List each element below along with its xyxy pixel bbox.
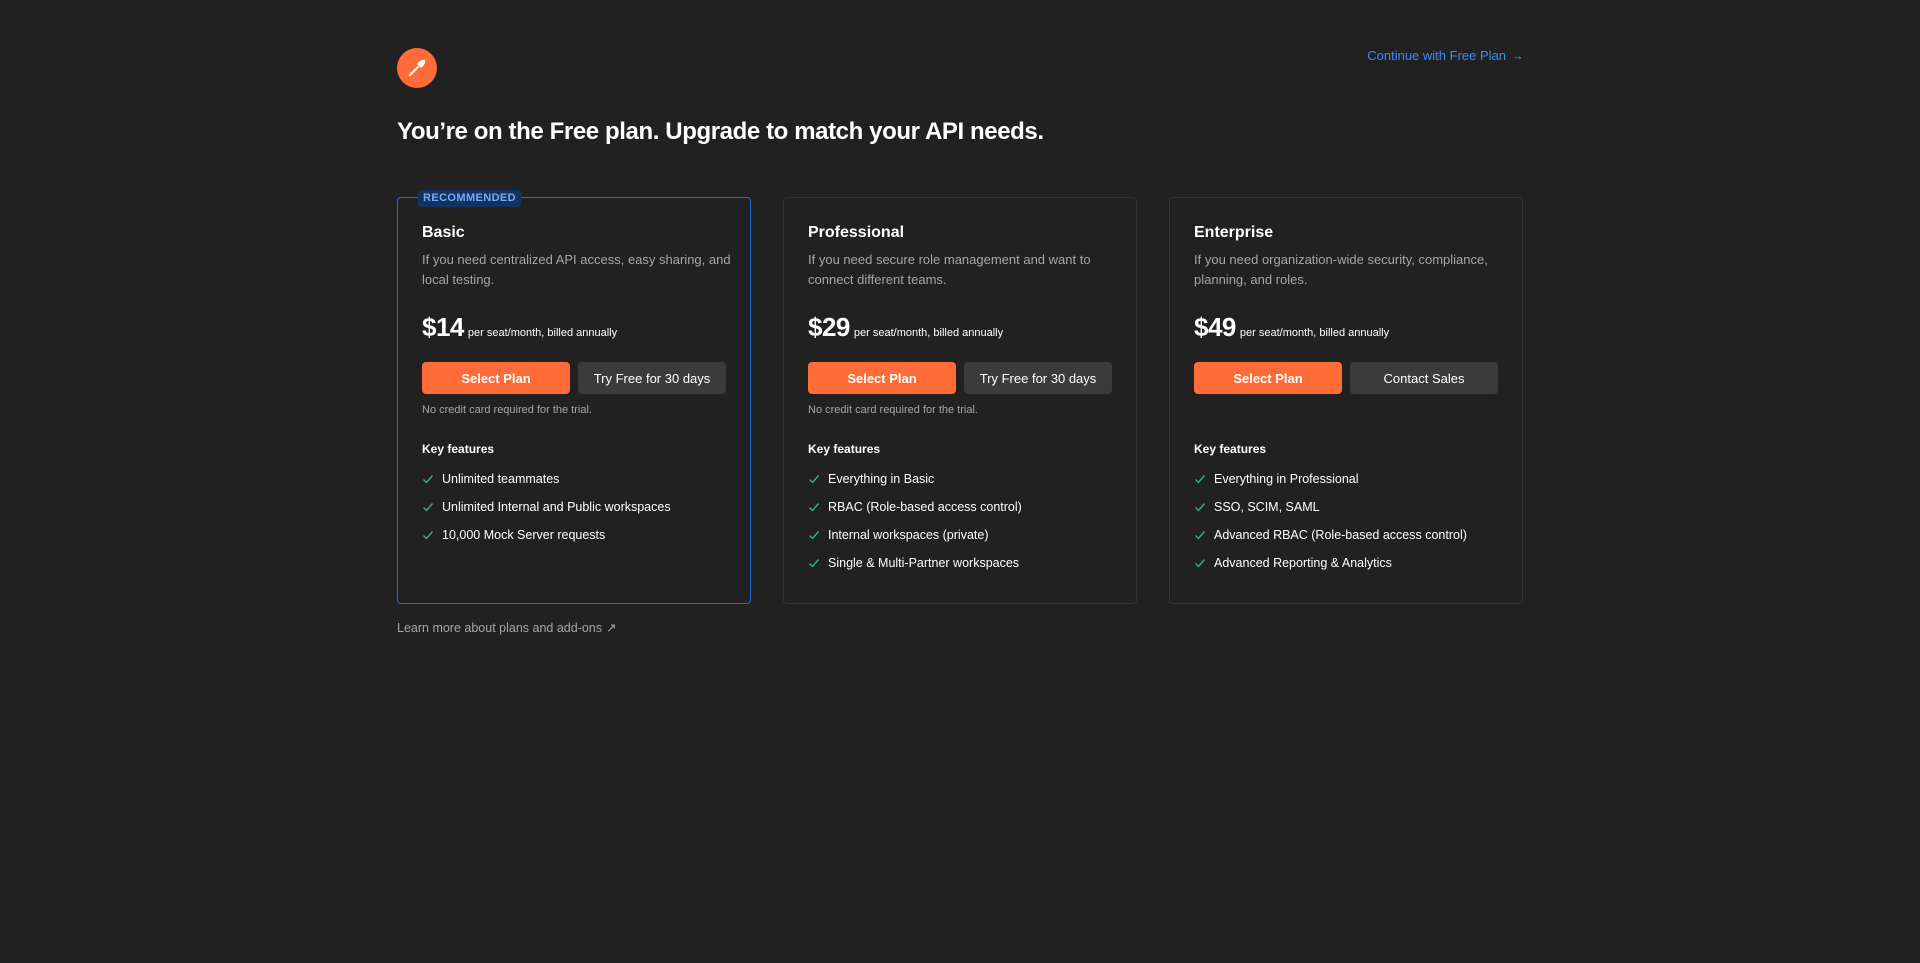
price-note: per seat/month, billed annually — [1239, 327, 1390, 339]
features-list: Everything in Basic RBAC (Role-based acc… — [808, 465, 1112, 577]
price-row: $14 per seat/month, billed annually — [422, 312, 726, 342]
try-free-button[interactable]: Try Free for 30 days — [578, 362, 726, 394]
page-title: You’re on the Free plan. Upgrade to matc… — [397, 118, 1044, 145]
checkmark-icon — [1195, 475, 1206, 484]
checkmark-icon — [809, 559, 820, 568]
checkmark-icon — [1195, 531, 1206, 540]
checkmark-icon — [1195, 503, 1206, 512]
feature-item: SSO, SCIM, SAML — [1194, 493, 1498, 521]
select-plan-button[interactable]: Select Plan — [422, 362, 570, 394]
learn-more-label: Learn more about plans and add-ons — [397, 620, 603, 635]
price-note: per seat/month, billed annually — [467, 327, 618, 339]
contact-sales-button[interactable]: Contact Sales — [1350, 362, 1498, 394]
feature-label: Advanced Reporting & Analytics — [1214, 556, 1392, 570]
plan-buttons: Select Plan Contact Sales — [1194, 362, 1498, 394]
key-features-title: Key features — [1194, 442, 1267, 456]
feature-item: Advanced RBAC (Role-based access control… — [1194, 521, 1498, 549]
plan-buttons: Select Plan Try Free for 30 days — [808, 362, 1112, 394]
continue-free-plan-label: Continue with Free Plan — [1367, 48, 1506, 63]
rocket-pen-icon — [409, 59, 426, 76]
key-features-title: Key features — [808, 442, 881, 456]
plan-cards: RECOMMENDED Basic If you need centralize… — [397, 190, 1523, 604]
price-note: per seat/month, billed annually — [853, 327, 1004, 339]
plan-buttons: Select Plan Try Free for 30 days — [422, 362, 726, 394]
features-list: Unlimited teammates Unlimited Internal a… — [422, 465, 726, 549]
plan-description: If you need organization-wide security, … — [1194, 252, 1488, 287]
checkmark-icon — [423, 503, 434, 512]
plan-name: Professional — [808, 224, 905, 241]
plan-card-professional: Professional If you need secure role man… — [783, 197, 1137, 604]
plan-price: $29 — [808, 312, 850, 342]
feature-item: Unlimited teammates — [422, 465, 726, 493]
plan-price: $49 — [1194, 312, 1236, 342]
trial-note-empty — [1194, 403, 1498, 417]
price-row: $49 per seat/month, billed annually — [1194, 312, 1498, 342]
checkmark-icon — [423, 531, 434, 540]
checkmark-icon — [1195, 559, 1206, 568]
plan-description: If you need secure role management and w… — [808, 252, 1091, 287]
feature-label: RBAC (Role-based access control) — [828, 500, 1022, 514]
plan-price: $14 — [422, 312, 464, 342]
recommended-badge: RECOMMENDED — [418, 190, 522, 207]
key-features-title: Key features — [422, 442, 495, 456]
upgrade-page: Continue with Free Plan → You’re on the … — [0, 0, 1920, 963]
feature-item: Internal workspaces (private) — [808, 521, 1112, 549]
feature-label: Everything in Professional — [1214, 472, 1359, 486]
price-row: $29 per seat/month, billed annually — [808, 312, 1112, 342]
feature-item: Single & Multi-Partner workspaces — [808, 549, 1112, 577]
feature-label: Unlimited Internal and Public workspaces — [442, 500, 671, 514]
checkmark-icon — [809, 531, 820, 540]
trial-note: No credit card required for the trial. — [422, 404, 592, 416]
feature-label: SSO, SCIM, SAML — [1214, 500, 1320, 514]
plan-card-basic: RECOMMENDED Basic If you need centralize… — [397, 190, 751, 604]
plan-description: If you need centralized API access, easy… — [422, 252, 731, 287]
learn-more-link[interactable]: Learn more about plans and add-ons ↗ — [397, 620, 617, 636]
select-plan-button[interactable]: Select Plan — [1194, 362, 1342, 394]
plan-name: Enterprise — [1194, 224, 1274, 241]
checkmark-icon — [423, 475, 434, 484]
features-list: Everything in Professional SSO, SCIM, SA… — [1194, 465, 1498, 577]
checkmark-icon — [809, 503, 820, 512]
feature-label: Unlimited teammates — [442, 472, 560, 486]
checkmark-icon — [809, 475, 820, 484]
plan-card-enterprise: Enterprise If you need organization-wide… — [1169, 197, 1523, 604]
feature-label: Single & Multi-Partner workspaces — [828, 556, 1020, 570]
postman-logo — [397, 48, 437, 88]
plan-name: Basic — [422, 224, 465, 241]
trial-note: No credit card required for the trial. — [808, 404, 978, 416]
feature-label: Advanced RBAC (Role-based access control… — [1214, 528, 1467, 542]
select-plan-button[interactable]: Select Plan — [808, 362, 956, 394]
feature-item: Unlimited Internal and Public workspaces — [422, 493, 726, 521]
feature-item: Everything in Professional — [1194, 465, 1498, 493]
feature-item: Everything in Basic — [808, 465, 1112, 493]
feature-item: RBAC (Role-based access control) — [808, 493, 1112, 521]
external-link-icon: ↗ — [606, 621, 617, 635]
feature-label: Everything in Basic — [828, 472, 935, 486]
continue-free-plan-link[interactable]: Continue with Free Plan → — [1367, 48, 1524, 63]
feature-item: 10,000 Mock Server requests — [422, 521, 726, 549]
try-free-button[interactable]: Try Free for 30 days — [964, 362, 1112, 394]
feature-label: Internal workspaces (private) — [828, 528, 989, 542]
feature-item: Advanced Reporting & Analytics — [1194, 549, 1498, 577]
arrow-right-icon: → — [1511, 48, 1524, 63]
feature-label: 10,000 Mock Server requests — [442, 528, 606, 542]
